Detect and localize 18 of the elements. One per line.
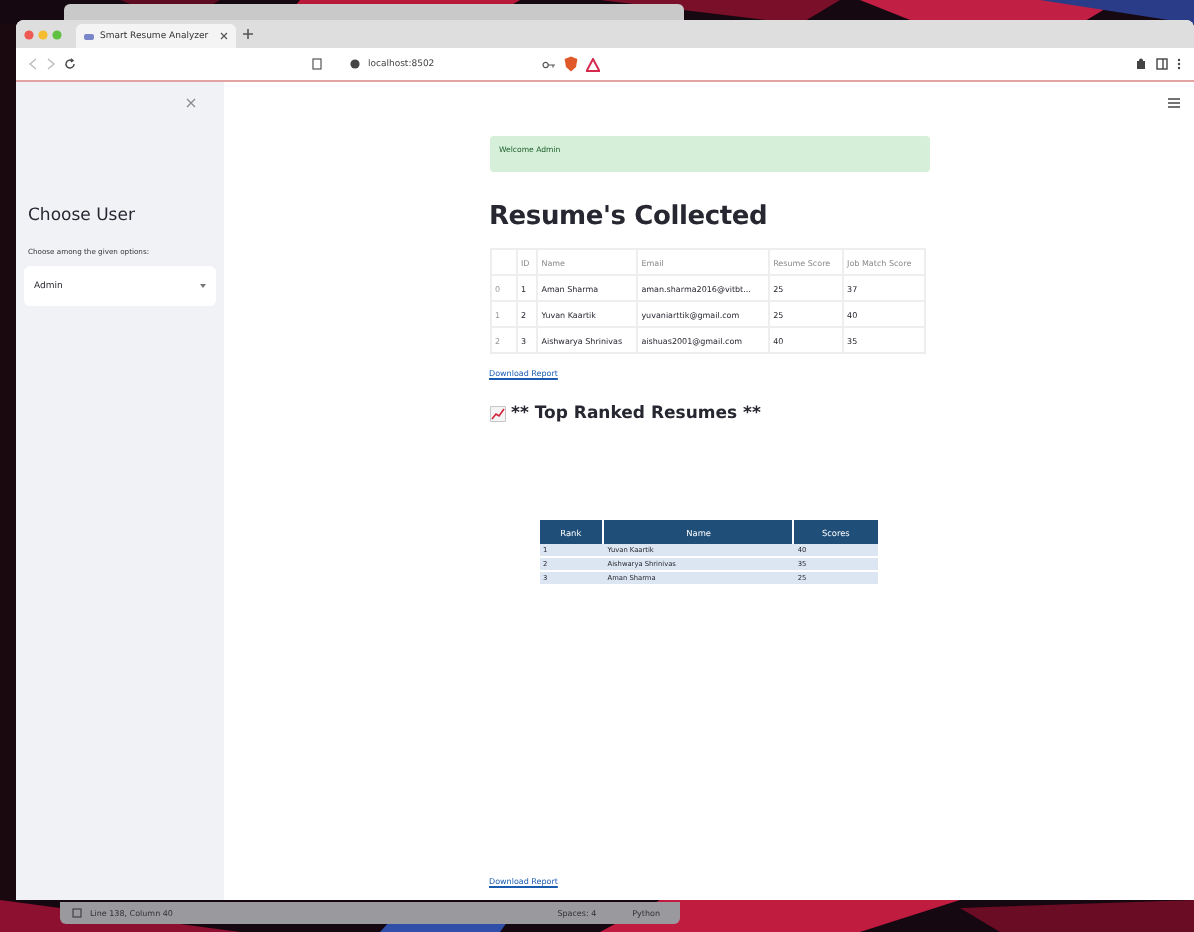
triangle-icon[interactable]	[586, 57, 600, 71]
sidebar-icon[interactable]	[1156, 58, 1168, 70]
shield-icon[interactable]	[564, 56, 578, 72]
sidebar-title: Choose User	[28, 206, 137, 226]
close-tab-icon[interactable]	[220, 32, 228, 40]
app-icon	[84, 33, 94, 39]
chart-icon	[489, 406, 505, 422]
close-icon[interactable]	[186, 98, 196, 108]
close-window-icon[interactable]	[24, 29, 34, 39]
menu-icon[interactable]	[1168, 98, 1180, 108]
reload-icon[interactable]	[64, 58, 76, 70]
key-icon[interactable]	[542, 59, 556, 69]
more-icon[interactable]	[1176, 58, 1182, 70]
new-tab-icon[interactable]	[242, 28, 254, 40]
section-heading: Resume's Collected	[489, 202, 770, 232]
panel-icon[interactable]	[72, 908, 82, 918]
dropdown-caret-icon	[200, 284, 206, 288]
section-heading: ** Top Ranked Resumes **	[511, 404, 761, 424]
